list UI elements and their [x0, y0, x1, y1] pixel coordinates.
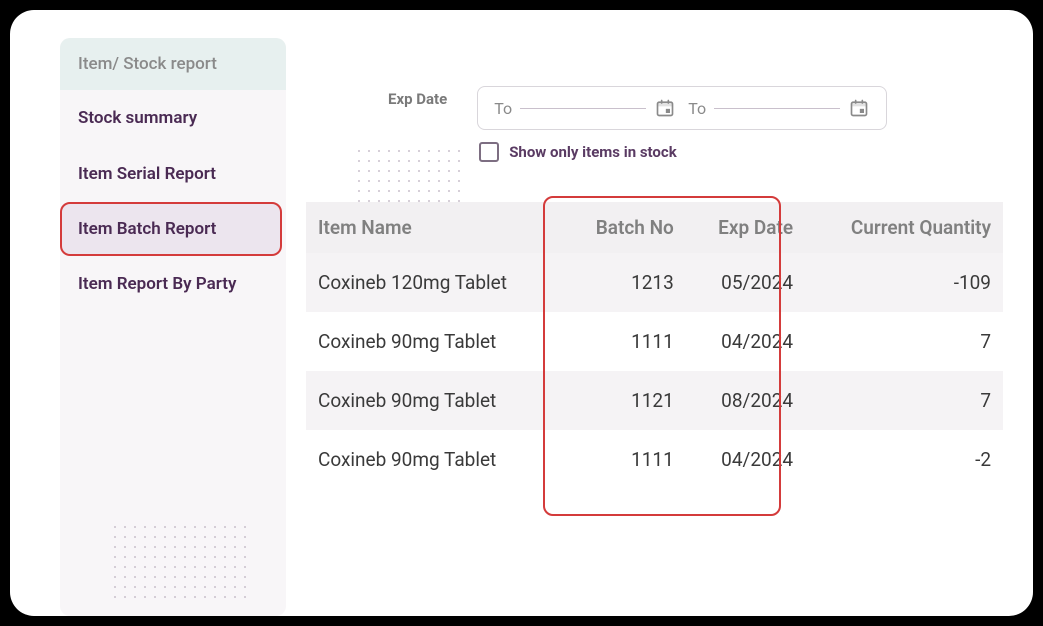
- batch-report-table: Item Name Batch No Exp Date Current Quan…: [306, 202, 1003, 489]
- cell-item-name: Coxineb 120mg Tablet: [306, 253, 563, 312]
- cell-batch-no: 1111: [563, 312, 686, 371]
- col-item-name[interactable]: Item Name: [306, 202, 563, 253]
- date-to-underline: [714, 108, 840, 109]
- main-panel: Exp Date To: [306, 38, 1003, 616]
- app-window: Item/ Stock report Stock summary Item Se…: [10, 10, 1033, 616]
- table-row[interactable]: Coxineb 120mg Tablet 1213 05/2024 -109: [306, 253, 1003, 312]
- table-header-row: Item Name Batch No Exp Date Current Quan…: [306, 202, 1003, 253]
- sidebar-item-report-by-party[interactable]: Item Report By Party: [60, 256, 286, 312]
- table-row[interactable]: Coxineb 90mg Tablet 1121 08/2024 7: [306, 371, 1003, 430]
- date-from-field[interactable]: To: [494, 97, 676, 119]
- table-row[interactable]: Coxineb 90mg Tablet 1111 04/2024 -2: [306, 430, 1003, 489]
- cell-current-qty: -109: [805, 253, 1003, 312]
- cell-batch-no: 1121: [563, 371, 686, 430]
- date-from-label: To: [494, 99, 512, 118]
- cell-batch-no: 1213: [563, 253, 686, 312]
- cell-exp-date: 04/2024: [686, 430, 805, 489]
- sidebar: Item/ Stock report Stock summary Item Se…: [60, 38, 286, 616]
- show-in-stock-row[interactable]: Show only items in stock: [479, 142, 887, 162]
- show-in-stock-checkbox[interactable]: [479, 142, 499, 162]
- filter-row: Exp Date To: [388, 86, 1003, 162]
- cell-item-name: Coxineb 90mg Tablet: [306, 312, 563, 371]
- cell-current-qty: 7: [805, 371, 1003, 430]
- cell-item-name: Coxineb 90mg Tablet: [306, 430, 563, 489]
- cell-batch-no: 1111: [563, 430, 686, 489]
- sidebar-item-serial-report[interactable]: Item Serial Report: [60, 146, 286, 202]
- sidebar-header: Item/ Stock report: [60, 38, 286, 90]
- cell-current-qty: -2: [805, 430, 1003, 489]
- sidebar-item-stock-summary[interactable]: Stock summary: [60, 90, 286, 146]
- table-body: Coxineb 120mg Tablet 1213 05/2024 -109 C…: [306, 253, 1003, 489]
- col-batch-no[interactable]: Batch No: [563, 202, 686, 253]
- cell-exp-date: 05/2024: [686, 253, 805, 312]
- cell-exp-date: 08/2024: [686, 371, 805, 430]
- table-wrapper: Item Name Batch No Exp Date Current Quan…: [306, 202, 1003, 489]
- content-area: Item/ Stock report Stock summary Item Se…: [10, 10, 1033, 616]
- cell-current-qty: 7: [805, 312, 1003, 371]
- cell-exp-date: 04/2024: [686, 312, 805, 371]
- calendar-icon[interactable]: [654, 97, 676, 119]
- show-in-stock-label: Show only items in stock: [509, 143, 677, 161]
- filter-block: To: [477, 86, 887, 162]
- cell-item-name: Coxineb 90mg Tablet: [306, 371, 563, 430]
- col-current-qty[interactable]: Current Quantity: [805, 202, 1003, 253]
- col-exp-date[interactable]: Exp Date: [686, 202, 805, 253]
- date-to-field[interactable]: To: [688, 97, 870, 119]
- exp-date-label: Exp Date: [388, 90, 447, 108]
- table-row[interactable]: Coxineb 90mg Tablet 1111 04/2024 7: [306, 312, 1003, 371]
- date-to-label: To: [688, 99, 706, 118]
- date-range: To: [477, 86, 887, 130]
- calendar-icon[interactable]: [848, 97, 870, 119]
- sidebar-item-batch-report[interactable]: Item Batch Report: [60, 202, 282, 256]
- date-from-underline: [520, 108, 646, 109]
